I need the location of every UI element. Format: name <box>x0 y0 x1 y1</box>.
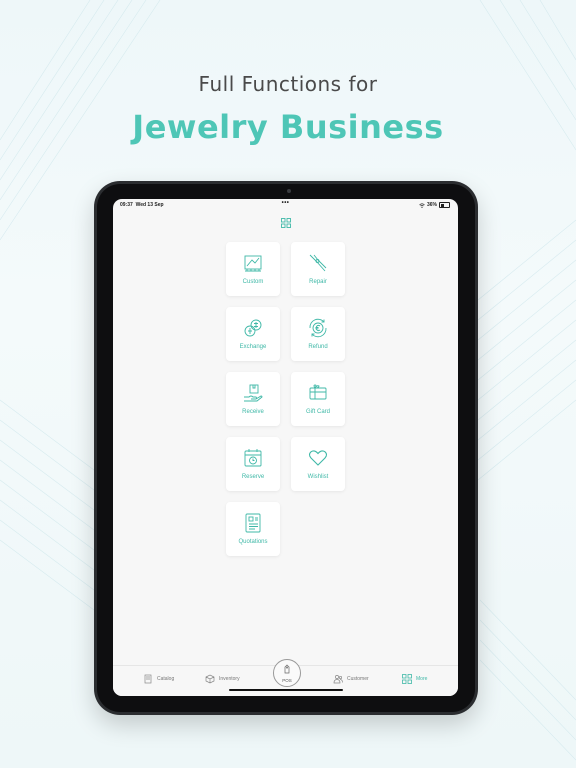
tile-label: Receive <box>242 409 264 415</box>
tile-label: Exchange <box>239 344 267 350</box>
calendar-clock-icon <box>244 449 262 467</box>
pliers-icon <box>309 254 327 272</box>
app-screen: 09:37 Wed 13 Sep ••• 36% Custom Repair E… <box>113 199 458 696</box>
tile-refund[interactable]: Refund <box>291 307 345 361</box>
tag-icon <box>284 664 290 674</box>
tile-exchange[interactable]: Exchange <box>226 307 280 361</box>
headline-line2: Jewelry Business <box>132 108 444 146</box>
tab-label: Customer <box>347 676 369 682</box>
tile-label: Gift Card <box>305 409 330 415</box>
battery-percent: 36% <box>426 202 437 208</box>
status-right: 36% <box>419 202 450 208</box>
grid-icon <box>402 674 412 684</box>
multitask-dots[interactable]: ••• <box>113 200 458 206</box>
camera-dot <box>287 189 291 193</box>
euro-refund-icon <box>309 318 327 338</box>
tab-inventory[interactable]: Inventory <box>205 674 240 684</box>
tile-quotations[interactable]: Quotations <box>226 502 280 556</box>
tile-label: Refund <box>308 344 328 350</box>
tile-receive[interactable]: Receive <box>226 372 280 426</box>
tab-bar: Catalog Inventory POS Customer More <box>113 659 458 696</box>
document-icon <box>245 513 261 533</box>
tab-label: Inventory <box>219 676 240 682</box>
tab-catalog[interactable]: Catalog <box>143 674 174 684</box>
tile-label: Wishlist <box>307 474 329 480</box>
gift-card-icon <box>309 384 327 400</box>
tile-repair[interactable]: Repair <box>291 242 345 296</box>
hand-box-icon <box>244 384 263 402</box>
tile-gift-card[interactable]: Gift Card <box>291 372 345 426</box>
pos-button[interactable]: POS <box>273 659 301 687</box>
tab-label: More <box>416 676 428 682</box>
tab-customer[interactable]: Customer <box>333 674 369 684</box>
tile-wishlist[interactable]: Wishlist <box>291 437 345 491</box>
heart-icon <box>308 450 328 466</box>
tile-reserve[interactable]: Reserve <box>226 437 280 491</box>
pos-label: POS <box>282 678 292 683</box>
tile-label: Custom <box>242 279 264 285</box>
home-indicator[interactable] <box>229 689 343 691</box>
tile-custom[interactable]: Custom <box>226 242 280 296</box>
tile-label: Reserve <box>241 474 265 480</box>
tab-more[interactable]: More <box>402 674 427 684</box>
grid-icon[interactable] <box>281 218 291 228</box>
users-icon <box>333 675 343 684</box>
battery-icon <box>439 202 450 208</box>
wifi-icon <box>419 202 425 208</box>
ruler-sketch-icon <box>244 255 262 272</box>
coins-exchange-icon <box>244 319 262 337</box>
book-icon <box>144 674 152 684</box>
headline-line1: Full Functions for <box>198 72 378 96</box>
tile-label: Quotations <box>238 539 268 545</box>
tab-label: Catalog <box>157 676 175 682</box>
status-bar: 09:37 Wed 13 Sep ••• 36% <box>113 199 458 211</box>
box-icon <box>205 674 215 684</box>
tile-label: Repair <box>309 279 327 285</box>
